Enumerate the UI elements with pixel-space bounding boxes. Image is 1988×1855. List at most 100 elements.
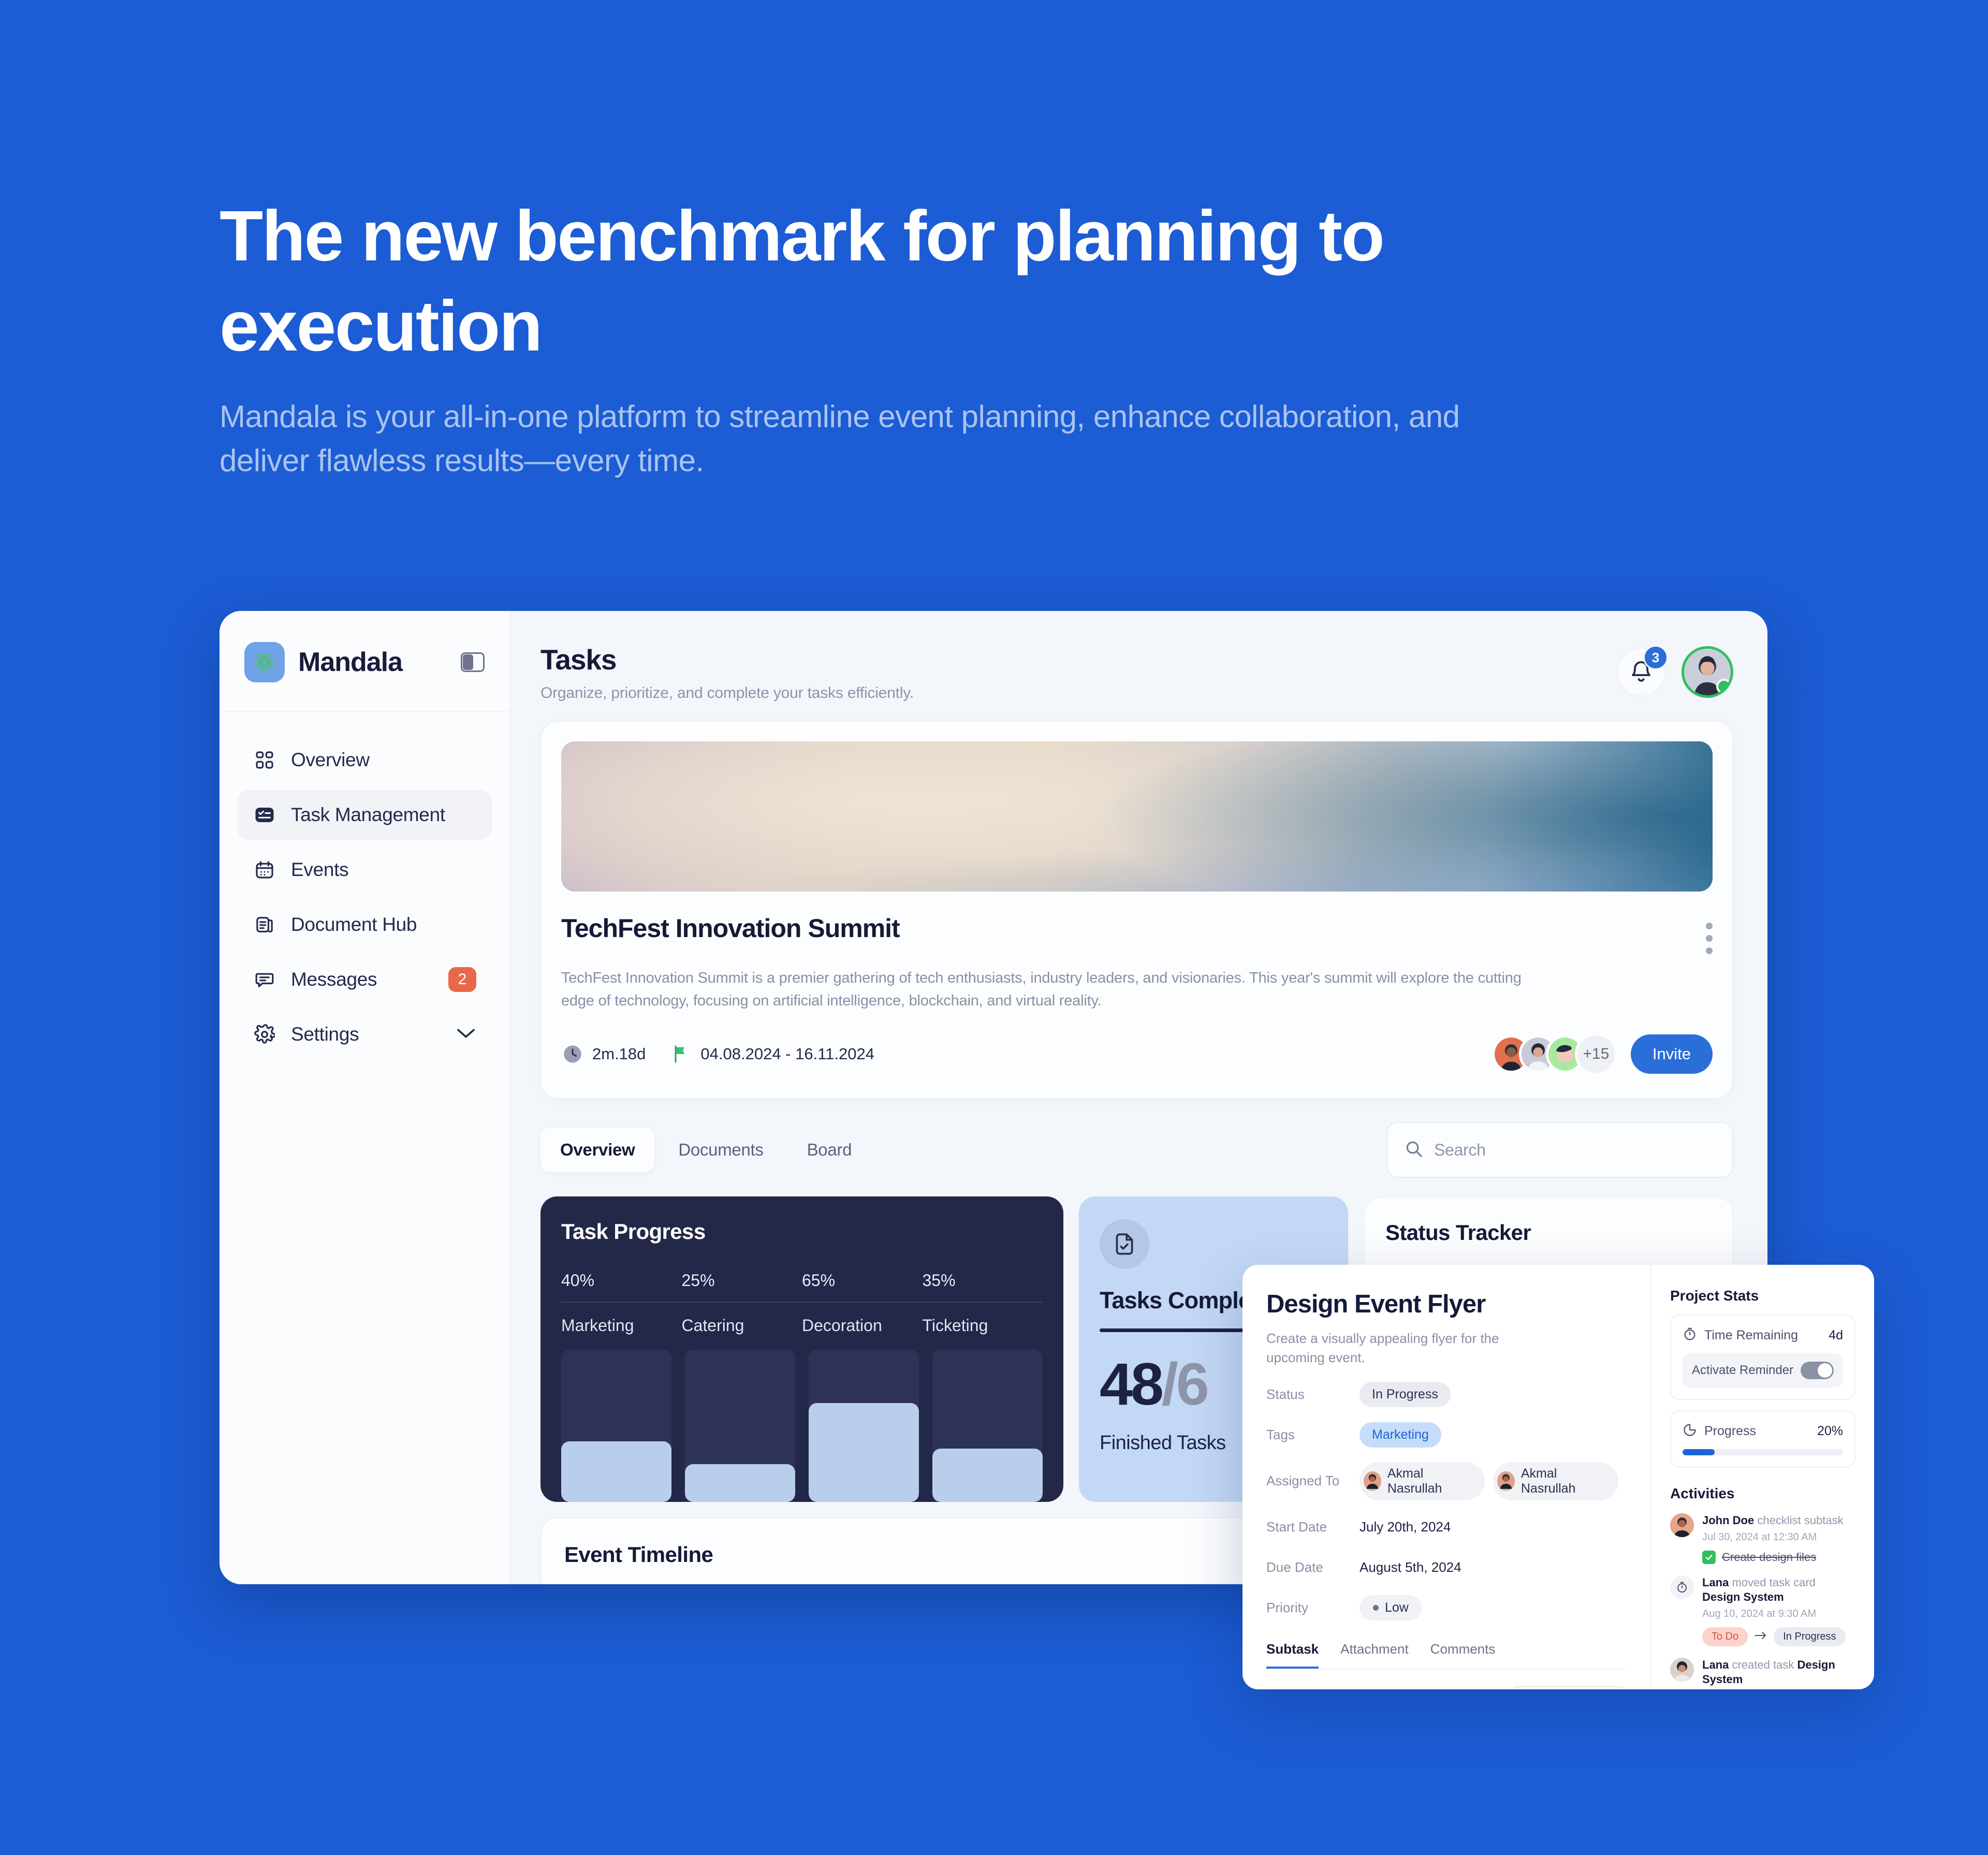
chart-value-label: 25% <box>681 1271 715 1290</box>
sidebar-collapse-icon[interactable] <box>461 652 485 672</box>
event-description: TechFest Innovation Summit is a premier … <box>561 970 1522 1010</box>
event-date-range: 04.08.2024 - 16.11.2024 <box>700 1045 874 1063</box>
invite-button[interactable]: Invite <box>1630 1034 1713 1074</box>
sidebar-item-label: Task Management <box>291 804 445 825</box>
avatar[interactable] <box>1682 646 1733 698</box>
notifications[interactable]: 3 <box>1616 645 1668 697</box>
priority-value: Low <box>1385 1600 1409 1615</box>
tab-subtask[interactable]: Subtask <box>1266 1641 1319 1669</box>
progress-bar <box>1683 1449 1843 1455</box>
assignee-pill[interactable]: Akmal Nasrullah <box>1493 1462 1618 1500</box>
gear-icon <box>253 1023 276 1046</box>
chart-value-label: 40% <box>561 1271 595 1290</box>
add-subtask-button[interactable]: + Add Subtask <box>1510 1686 1627 1689</box>
grid-icon <box>253 748 276 772</box>
sidebar-item-label: Messages <box>291 969 377 990</box>
avatar <box>1364 1471 1381 1491</box>
activity-item: Lana created task Design System Aug 9, 2… <box>1670 1657 1855 1689</box>
status-to: In Progress <box>1774 1627 1846 1646</box>
document-icon <box>253 913 276 937</box>
field-label: Priority <box>1266 1600 1308 1616</box>
page-header: Tasks Organize, prioritize, and complete… <box>510 611 1767 702</box>
chart-value-label: 65% <box>802 1271 836 1290</box>
search-placeholder: Search <box>1434 1140 1486 1159</box>
avatar <box>1670 1513 1694 1537</box>
message-icon <box>253 968 276 991</box>
event-duration: 2m.18d <box>561 1043 646 1065</box>
sidebar-item-task-management[interactable]: Task Management <box>237 790 492 840</box>
page-subtitle: Organize, prioritize, and complete your … <box>540 684 914 702</box>
reminder-row[interactable]: Activate Reminder <box>1683 1353 1843 1387</box>
tag-pill[interactable]: Marketing <box>1360 1422 1441 1448</box>
chart-divider <box>561 1302 1043 1303</box>
task-detail-modal: Design Event Flyer Create a visually app… <box>1242 1265 1874 1689</box>
mandala-logo-icon <box>244 642 285 682</box>
chart-value-labels: 40% 25% 65% 35% <box>561 1271 1043 1290</box>
field-label: Status <box>1266 1386 1305 1403</box>
sidebar-nav: Overview Task Management Events Document… <box>220 712 509 1059</box>
activity-subtask: Create design files <box>1702 1550 1855 1564</box>
chart-category-label: Marketing <box>561 1316 634 1335</box>
tab-board[interactable]: Board <box>787 1128 872 1172</box>
chevron-down-icon[interactable] <box>456 1027 476 1043</box>
activity-actor: Lana <box>1702 1575 1729 1589</box>
reminder-toggle[interactable] <box>1801 1362 1834 1379</box>
page-title: Tasks <box>540 644 617 676</box>
activity-item: Lana moved task card Design System Aug 1… <box>1670 1575 1855 1646</box>
activity-time: Jul 30, 2024 at 12:30 AM <box>1702 1531 1817 1543</box>
calendar-icon <box>253 858 276 882</box>
tab-attachment[interactable]: Attachment <box>1340 1641 1409 1669</box>
member-overflow-count[interactable]: +15 <box>1574 1033 1617 1076</box>
brand: Mandala <box>220 611 509 712</box>
search-input[interactable]: Search <box>1386 1122 1733 1178</box>
checkbox-checked-icon <box>1702 1550 1716 1564</box>
notification-badge: 3 <box>1643 645 1668 670</box>
activity-subtask-label: Create design files <box>1722 1550 1817 1564</box>
event-card: TechFest Innovation Summit TechFest Inno… <box>540 721 1733 1100</box>
priority-pill[interactable]: Low <box>1360 1595 1422 1621</box>
task-detail-right: Project Stats Time Remaining 4d Activate… <box>1651 1265 1874 1689</box>
online-status-dot <box>1716 679 1731 694</box>
chart-value-label: 35% <box>922 1271 956 1290</box>
sidebar-item-messages[interactable]: Messages 2 <box>237 955 492 1004</box>
project-stats-title: Project Stats <box>1670 1288 1759 1304</box>
event-banner-image <box>561 741 1713 892</box>
progress-label: Progress <box>1704 1424 1757 1438</box>
event-menu-icon[interactable] <box>1706 913 1713 954</box>
pie-chart-icon <box>1683 1423 1697 1440</box>
field-assigned: Assigned To Akmal Nasrullah Akmal Nasrul… <box>1266 1462 1627 1500</box>
task-title: Design Event Flyer <box>1266 1290 1486 1318</box>
activity-action: moved task card <box>1732 1575 1816 1589</box>
status-pill[interactable]: In Progress <box>1360 1382 1451 1408</box>
field-status: Status In Progress <box>1266 1381 1627 1408</box>
timer-icon <box>1670 1575 1694 1599</box>
field-priority: Priority Low <box>1266 1595 1627 1622</box>
time-remaining-box: Time Remaining 4d Activate Reminder <box>1670 1314 1855 1400</box>
chart-bar <box>932 1350 1043 1502</box>
field-value: August 5th, 2024 <box>1360 1559 1461 1575</box>
hero-section: The new benchmark for planning to execut… <box>220 192 1488 483</box>
tab-documents[interactable]: Documents <box>659 1128 783 1172</box>
field-label: Start Date <box>1266 1519 1327 1535</box>
progress-box: Progress 20% <box>1670 1410 1855 1468</box>
sidebar-item-document-hub[interactable]: Document Hub <box>237 900 492 950</box>
progress-value: 20% <box>1817 1424 1843 1438</box>
chart-category-label: Catering <box>681 1316 744 1335</box>
tab-comments[interactable]: Comments <box>1430 1641 1496 1669</box>
sidebar-item-settings[interactable]: Settings <box>237 1010 492 1059</box>
flag-icon <box>669 1043 692 1065</box>
assignee-pill[interactable]: Akmal Nasrullah <box>1360 1462 1485 1500</box>
tab-overview[interactable]: Overview <box>540 1128 655 1173</box>
sidebar-item-events[interactable]: Events <box>237 845 492 895</box>
brand-name: Mandala <box>298 647 403 677</box>
arrow-right-icon <box>1754 1631 1767 1642</box>
activity-target: Design System <box>1702 1590 1784 1604</box>
chart-bars <box>561 1350 1043 1502</box>
member-avatars[interactable]: +15 <box>1492 1033 1617 1076</box>
sidebar-item-overview[interactable]: Overview <box>237 735 492 785</box>
reminder-label: Activate Reminder <box>1692 1363 1794 1377</box>
field-value: July 20th, 2024 <box>1360 1519 1451 1535</box>
event-meta: 2m.18d 04.08.2024 - 16.11.2024 +15 Invit… <box>561 1033 1713 1076</box>
field-due-date: Due Date August 5th, 2024 <box>1266 1554 1627 1581</box>
hero-headline: The new benchmark for planning to execut… <box>220 196 1385 366</box>
